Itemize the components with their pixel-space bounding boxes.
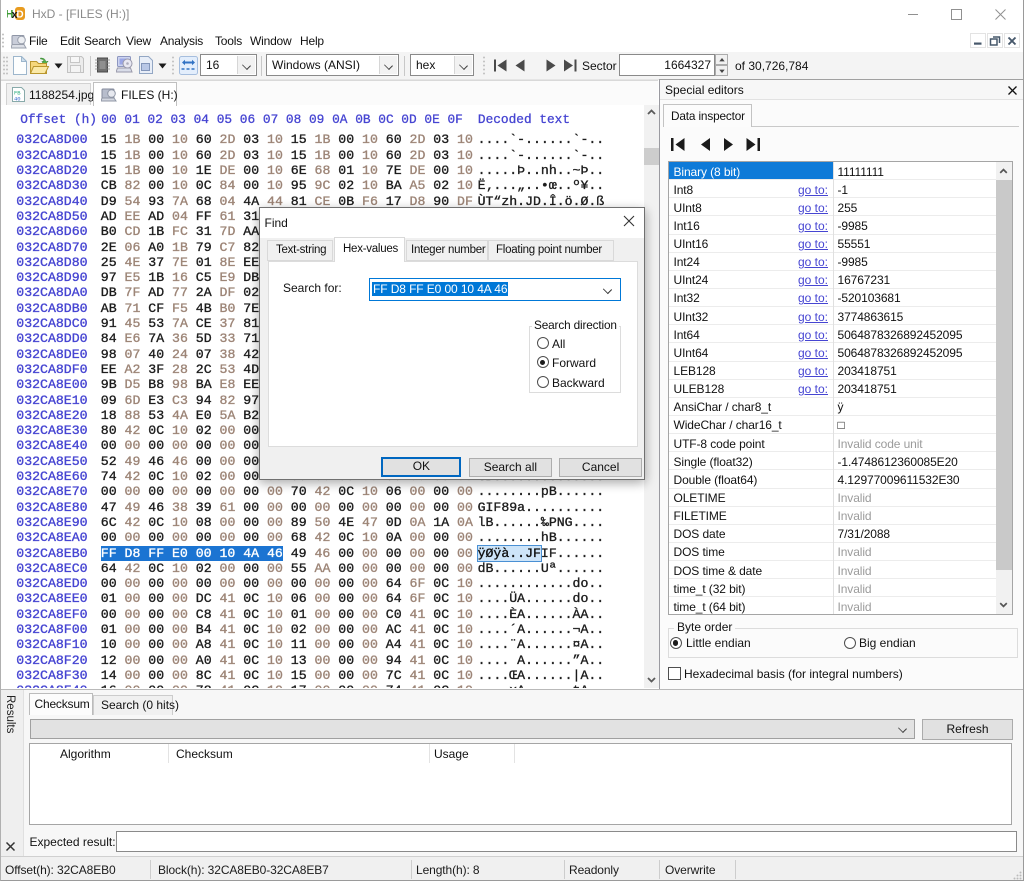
svg-text:40: 40 [14,96,21,103]
svg-text:x: x [11,9,18,21]
